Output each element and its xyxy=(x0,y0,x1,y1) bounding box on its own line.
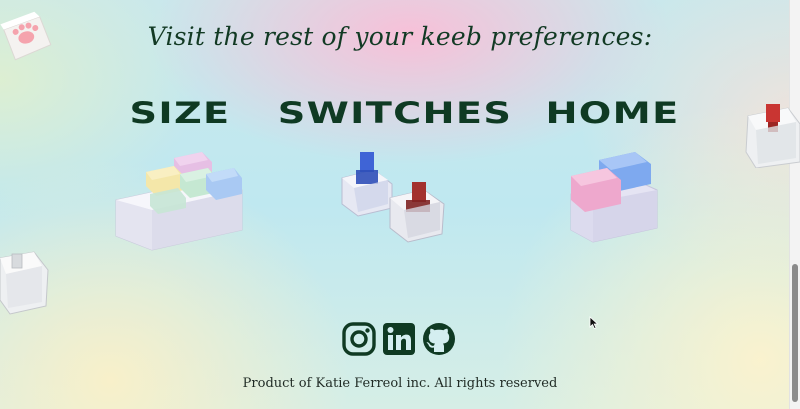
page-scrollbar[interactable] xyxy=(789,0,800,409)
category-label-switches: SWITCHES xyxy=(277,96,513,130)
category-label-home: HOME xyxy=(545,96,680,130)
category-link-size[interactable]: SIZE xyxy=(129,96,230,130)
linkedin-link[interactable] xyxy=(382,322,416,356)
page-heading: Visit the rest of your keeb preferences: xyxy=(147,22,653,51)
linkedin-icon xyxy=(383,323,415,355)
compact-keyboard-illustration[interactable] xyxy=(112,148,246,254)
clear-switch-decoration xyxy=(0,251,49,315)
mechanical-switches-illustration[interactable] xyxy=(336,148,454,244)
red-switch-decoration xyxy=(745,104,800,168)
github-icon xyxy=(423,323,455,355)
category-link-switches[interactable]: SWITCHES xyxy=(278,96,511,130)
footer-copyright: Product of Katie Ferreol inc. All rights… xyxy=(242,376,558,391)
category-label-size: SIZE xyxy=(129,96,231,130)
social-links xyxy=(342,322,456,356)
two-key-keyboard-illustration[interactable] xyxy=(565,150,661,246)
instagram-link[interactable] xyxy=(342,322,376,356)
category-link-home[interactable]: HOME xyxy=(545,96,678,130)
github-link[interactable] xyxy=(422,322,456,356)
instagram-icon xyxy=(342,322,376,356)
mouse-cursor-icon xyxy=(589,316,599,330)
